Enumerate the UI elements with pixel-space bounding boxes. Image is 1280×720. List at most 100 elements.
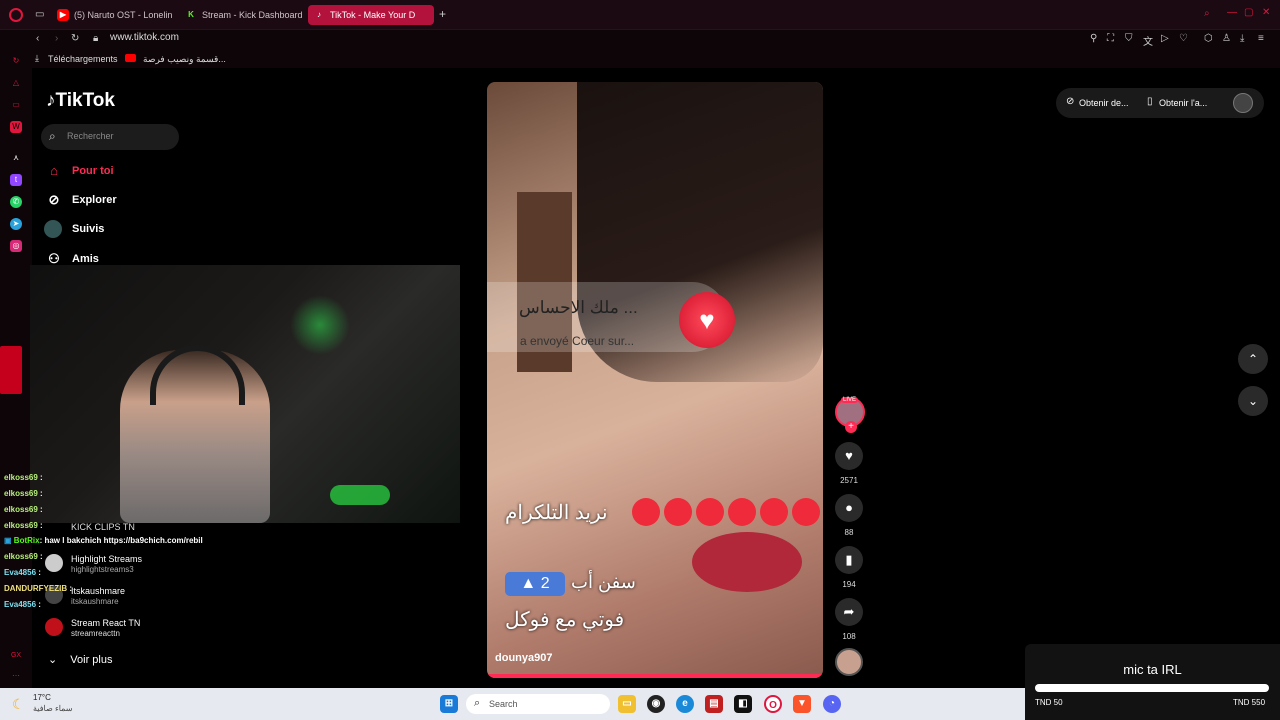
- nav-label: Explorer: [72, 194, 117, 206]
- edge-icon[interactable]: e: [676, 695, 694, 713]
- maximize-icon[interactable]: ▢: [1244, 7, 1253, 18]
- gift-sent-text: a envoyé Coeur sur...: [520, 334, 635, 348]
- file-explorer-icon[interactable]: ▭: [618, 695, 636, 713]
- avatar: [45, 618, 63, 636]
- chat-message: Eva4856 :: [4, 600, 41, 609]
- translate-icon[interactable]: 文: [1143, 33, 1153, 48]
- live-username[interactable]: dounya907: [495, 652, 552, 664]
- gx-icon[interactable]: GX: [10, 650, 22, 662]
- extensions-icon[interactable]: ⬡: [1204, 33, 1213, 44]
- chat-message: ▣ BotRix: haw l bakchich https://ba9chic…: [4, 536, 203, 545]
- shield-icon[interactable]: ⛉: [1125, 33, 1133, 44]
- get-app-button[interactable]: Obtenir l'a...: [1159, 98, 1207, 108]
- save-button[interactable]: ▮: [835, 546, 863, 574]
- brave-icon[interactable]: ▼: [793, 695, 811, 713]
- download-icon: ⤓: [35, 53, 39, 63]
- pin-icon[interactable]: ⚲: [1090, 33, 1097, 44]
- follow-plus-icon[interactable]: +: [845, 421, 857, 433]
- search-icon: ⌕: [474, 697, 481, 709]
- nav-label: Pour toi: [72, 165, 114, 177]
- weather-temp[interactable]: 17°C: [33, 693, 51, 702]
- tab-tiktok[interactable]: ♪ TikTok - Make Your D: [308, 5, 434, 25]
- app-icon[interactable]: ▤: [705, 695, 723, 713]
- forward-icon[interactable]: ›: [55, 33, 58, 44]
- search-icon: ⌕: [49, 129, 56, 143]
- close-icon[interactable]: ✕: [1262, 7, 1270, 18]
- nav-for-you[interactable]: ⌂ Pour toi: [46, 161, 114, 181]
- tab-overview-icon[interactable]: ▭: [35, 9, 44, 20]
- heart-icon[interactable]: ♡: [1179, 33, 1188, 44]
- chat-user: elkoss69: [4, 505, 38, 514]
- home-icon: ⌂: [50, 163, 58, 178]
- search-tabs-icon[interactable]: ⌕: [1204, 8, 1210, 19]
- chat-user: Eva4856: [4, 568, 37, 577]
- youtube-icon: ▶: [57, 9, 69, 21]
- badge-number: 2: [540, 575, 550, 592]
- creator-avatar[interactable]: LIVE +: [835, 397, 865, 433]
- goal-progress-fill: [1035, 684, 1269, 692]
- dot: [792, 498, 820, 526]
- chat-text: :: [38, 568, 41, 577]
- bookmark-downloads[interactable]: Téléchargements: [48, 54, 118, 64]
- opera-logo-icon[interactable]: [9, 8, 23, 22]
- more-icon[interactable]: ⋯: [10, 670, 22, 682]
- messenger-icon[interactable]: ▭: [10, 99, 22, 111]
- discord-icon[interactable]: ◔: [823, 695, 841, 713]
- tab-kick[interactable]: K Stream - Kick Dashboard: [180, 5, 302, 25]
- live-video[interactable]: ملك الاحساس ... a envoyé Coeur sur... ♥ …: [487, 82, 823, 678]
- menu-icon[interactable]: ≡: [1258, 33, 1264, 44]
- bookmark-youtube[interactable]: قسمة ونصيب فرصة...: [143, 54, 226, 65]
- nav-explore[interactable]: ⊘ Explorer: [46, 190, 117, 210]
- tab-youtube[interactable]: ▶ (5) Naruto OST - Loneline: [52, 5, 172, 25]
- twitch-icon[interactable]: t: [10, 174, 22, 186]
- chat-text: :: [40, 552, 43, 561]
- whatsapp-icon[interactable]: ✆: [10, 196, 22, 208]
- see-more-label: Voir plus: [70, 654, 113, 666]
- share-button[interactable]: ➦: [835, 598, 863, 626]
- news-icon[interactable]: W: [10, 121, 22, 133]
- see-more-button[interactable]: ⌄ Voir plus: [48, 653, 112, 666]
- snapshot-icon[interactable]: ⛶: [1107, 33, 1114, 44]
- aria-ai-icon[interactable]: ⋏: [10, 152, 22, 164]
- like-button[interactable]: ♥: [835, 442, 863, 470]
- donation-goal-widget: mic ta IRL TND 50 TND 550: [1025, 644, 1280, 720]
- url-field[interactable]: www.tiktok.com: [110, 32, 179, 43]
- goal-start: TND 50: [1035, 698, 1063, 707]
- capcut-icon[interactable]: ◧: [734, 695, 752, 713]
- get-coins-button[interactable]: Obtenir de...: [1079, 98, 1129, 108]
- windows-start-icon[interactable]: ⊞: [440, 695, 458, 713]
- minimize-icon[interactable]: —: [1227, 7, 1237, 18]
- green-chair-light: [330, 485, 390, 505]
- search-input[interactable]: ⌕ Rechercher: [41, 124, 179, 150]
- opera-icon[interactable]: O: [764, 695, 782, 713]
- taskbar-search[interactable]: ⌕ Search: [466, 694, 610, 714]
- account-handle: itskaushmare: [71, 597, 119, 606]
- bot-icon: ▣: [4, 536, 12, 545]
- search-placeholder: Rechercher: [67, 131, 114, 141]
- obs-icon[interactable]: ◉: [647, 695, 665, 713]
- back-icon[interactable]: ‹: [36, 33, 39, 44]
- sound-avatar[interactable]: [835, 648, 863, 676]
- play-icon[interactable]: ▷: [1161, 33, 1169, 44]
- nav-following[interactable]: Suivis: [44, 219, 104, 239]
- new-tab-icon[interactable]: +: [439, 7, 446, 21]
- red-led: [0, 346, 22, 394]
- user-avatar[interactable]: [1233, 93, 1253, 113]
- goal-progress-track: [1035, 684, 1269, 692]
- instagram-icon[interactable]: ◎: [10, 240, 22, 252]
- tiktok-logo[interactable]: ♪TikTok: [46, 90, 115, 112]
- next-video-button[interactable]: ⌄: [1238, 386, 1268, 416]
- tiktok-icon: ♪: [317, 10, 321, 19]
- chat-message: elkoss69 :: [4, 552, 43, 561]
- profile-icon[interactable]: ♙: [1222, 33, 1231, 44]
- chat-message: elkoss69 :: [4, 521, 43, 530]
- account-handle: streamreacttn: [71, 629, 120, 638]
- chat-text: :: [38, 600, 41, 609]
- prev-video-button[interactable]: ⌃: [1238, 344, 1268, 374]
- telegram-icon[interactable]: ➤: [10, 218, 22, 230]
- history-icon[interactable]: ↻: [10, 55, 22, 67]
- reload-icon[interactable]: ↻: [71, 33, 79, 44]
- comment-button[interactable]: ●: [835, 494, 863, 522]
- aria-icon[interactable]: △: [10, 77, 22, 89]
- downloads-icon[interactable]: ⤓: [1240, 33, 1244, 44]
